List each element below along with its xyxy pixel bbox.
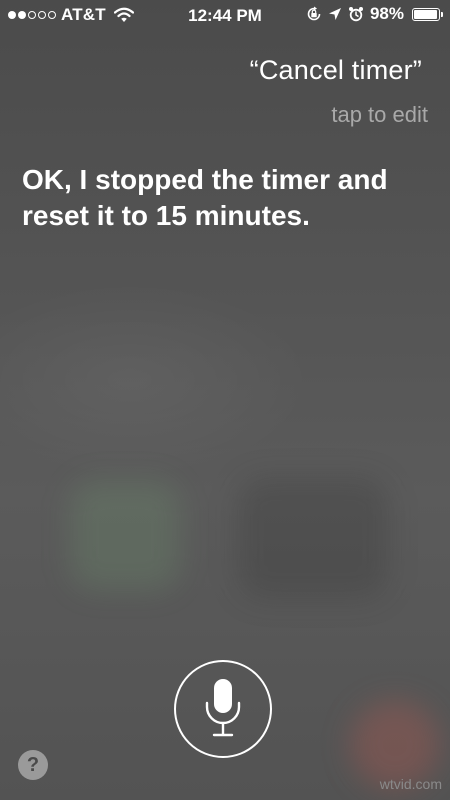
microphone-icon [205, 679, 241, 737]
tap-to-edit-link[interactable]: tap to edit [331, 102, 428, 128]
blurred-app-icon [238, 478, 388, 598]
location-icon [328, 8, 341, 20]
battery-level-fill [414, 9, 438, 19]
siri-mic-button[interactable] [174, 660, 272, 758]
user-query-text: “Cancel timer” [249, 55, 422, 85]
blurred-app-icon [70, 480, 180, 590]
battery-percent: 98% [369, 4, 404, 23]
help-button[interactable]: ? [18, 750, 48, 780]
siri-screen: AT&T 12:44 PM 98% “Cancel timer” tap to … [0, 0, 450, 800]
siri-response-text: OK, I stopped the timer and reset it to … [22, 164, 388, 231]
status-bar: AT&T 12:44 PM 98% [0, 0, 450, 32]
orientation-lock-icon [307, 6, 321, 21]
alarm-icon [348, 7, 363, 22]
watermark-text: wtvid.com [379, 776, 442, 792]
battery-icon [412, 7, 443, 21]
status-right: 98% [306, 4, 443, 24]
